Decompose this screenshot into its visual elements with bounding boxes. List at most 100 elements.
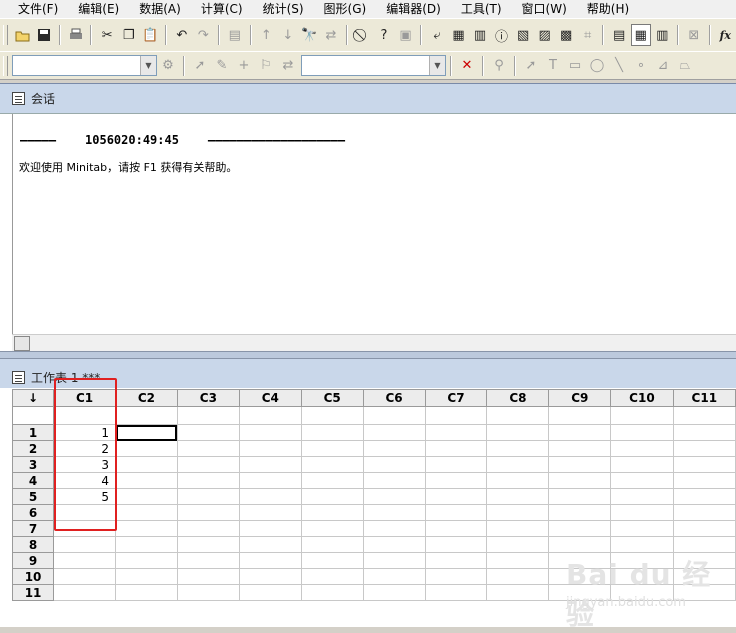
polygon-tool-icon[interactable]: ⏢ (675, 55, 695, 77)
data-cell[interactable] (53, 504, 116, 521)
history-icon[interactable]: ▧ (513, 24, 533, 46)
data-cell[interactable] (238, 568, 302, 585)
data-cell[interactable] (300, 504, 364, 521)
data-cell[interactable] (362, 488, 426, 505)
data-cell[interactable] (362, 568, 426, 585)
data-cell[interactable] (176, 456, 240, 473)
data-cell[interactable] (238, 488, 302, 505)
grid-corner[interactable]: ↓ (11, 389, 55, 407)
data-cell[interactable] (610, 488, 674, 505)
data-cell[interactable] (610, 536, 674, 553)
toolbar-grip[interactable] (3, 25, 8, 45)
session-output[interactable]: ————— 1056020:49:45 ——————————————————— … (12, 114, 736, 335)
text-tool-icon[interactable]: T (543, 55, 563, 77)
data-cell[interactable] (424, 488, 488, 505)
data-cell[interactable] (424, 552, 488, 569)
row-header[interactable]: 4 (11, 472, 55, 489)
column-name-cell[interactable] (424, 406, 488, 425)
data-cell[interactable] (53, 568, 116, 585)
copy-icon[interactable]: ❐ (119, 24, 139, 46)
data-cell[interactable] (238, 536, 302, 553)
row-header[interactable]: 10 (11, 568, 55, 585)
data-cell[interactable] (176, 568, 240, 585)
cancel-icon[interactable]: ⃠ (353, 24, 373, 46)
data-cell[interactable] (362, 504, 426, 521)
data-cell[interactable] (300, 456, 364, 473)
session-title-bar[interactable]: 会话 (0, 84, 736, 114)
chevron-down-icon[interactable]: ▼ (140, 56, 156, 75)
session-horizontal-scrollbar[interactable] (12, 334, 736, 351)
project-manager-icon[interactable]: ▩ (556, 24, 576, 46)
column-name-cell[interactable] (238, 406, 302, 425)
data-cell[interactable] (548, 520, 612, 537)
menu-data[interactable]: 数据(A) (127, 0, 189, 18)
redo-icon[interactable]: ↷ (194, 24, 214, 46)
data-cell[interactable] (486, 584, 550, 601)
row-header[interactable]: 8 (11, 536, 55, 553)
column-header-c2[interactable]: C2 (115, 389, 178, 407)
column-name-cell[interactable] (176, 406, 240, 425)
data-cell[interactable] (238, 456, 302, 473)
report-pad-icon[interactable]: ▨ (535, 24, 555, 46)
data-cell[interactable] (672, 488, 736, 505)
active-cell[interactable] (115, 424, 178, 441)
select-pointer-icon[interactable]: ➚ (521, 55, 541, 77)
paste-icon[interactable]: 📋 (141, 24, 161, 46)
menu-edit[interactable]: 编辑(E) (66, 0, 127, 18)
show-data-icon[interactable]: ▦ (630, 24, 651, 46)
data-cell[interactable] (610, 472, 674, 489)
data-cell[interactable] (548, 440, 612, 457)
data-cell[interactable] (238, 472, 302, 489)
data-cell[interactable] (362, 536, 426, 553)
column-name-cell[interactable] (300, 406, 364, 425)
column-header-c8[interactable]: C8 (486, 389, 550, 407)
data-cell[interactable] (672, 536, 736, 553)
data-cell[interactable]: 2 (53, 440, 116, 457)
row-header[interactable]: 7 (11, 520, 55, 537)
data-cell[interactable] (548, 456, 612, 473)
menu-help[interactable]: 帮助(H) (575, 0, 637, 18)
column-header-c3[interactable]: C3 (176, 389, 240, 407)
data-cell[interactable] (238, 584, 302, 601)
swap-icon[interactable]: ⇄ (278, 55, 298, 77)
data-cell[interactable] (238, 552, 302, 569)
column-header-c9[interactable]: C9 (548, 389, 612, 407)
replace-icon[interactable]: ⇄ (321, 24, 341, 46)
column-name-cell[interactable] (672, 406, 736, 425)
column-header-c11[interactable]: C11 (672, 389, 736, 407)
data-cell[interactable] (53, 520, 116, 537)
column-name-cell[interactable] (486, 406, 550, 425)
show-session-icon[interactable]: ▤ (609, 24, 629, 46)
data-cell[interactable] (300, 536, 364, 553)
data-cell[interactable] (486, 568, 550, 585)
data-cell[interactable] (424, 440, 488, 457)
menu-editor[interactable]: 编辑器(D) (374, 0, 449, 18)
window-splitter[interactable] (0, 351, 736, 359)
brush-icon[interactable]: ✎ (212, 55, 232, 77)
menu-graph[interactable]: 图形(G) (312, 0, 375, 18)
marker-tool-icon[interactable]: ∘ (631, 55, 651, 77)
row-header[interactable]: 2 (11, 440, 55, 457)
data-cell[interactable] (300, 520, 364, 537)
polyline-tool-icon[interactable]: ⊿ (653, 55, 673, 77)
column-name-cell[interactable] (115, 406, 178, 425)
row-header[interactable]: 11 (11, 584, 55, 601)
data-cell[interactable] (672, 424, 736, 441)
data-cell[interactable] (424, 472, 488, 489)
data-cell[interactable] (176, 520, 240, 537)
help-icon[interactable]: ? (374, 24, 394, 46)
data-cell[interactable] (300, 424, 364, 441)
data-cell[interactable] (424, 504, 488, 521)
data-cell[interactable] (672, 440, 736, 457)
worksheet-icon[interactable]: ▦ (449, 24, 469, 46)
data-cell[interactable] (53, 584, 116, 601)
data-cell[interactable] (610, 504, 674, 521)
open-icon[interactable] (13, 24, 33, 46)
data-cell[interactable] (300, 568, 364, 585)
data-cell[interactable] (486, 504, 550, 521)
data-cell[interactable] (672, 504, 736, 521)
session-window-icon[interactable]: ⤶ (427, 24, 447, 46)
data-cell[interactable] (176, 424, 240, 441)
data-cell[interactable] (115, 440, 178, 457)
menu-calc[interactable]: 计算(C) (189, 0, 251, 18)
